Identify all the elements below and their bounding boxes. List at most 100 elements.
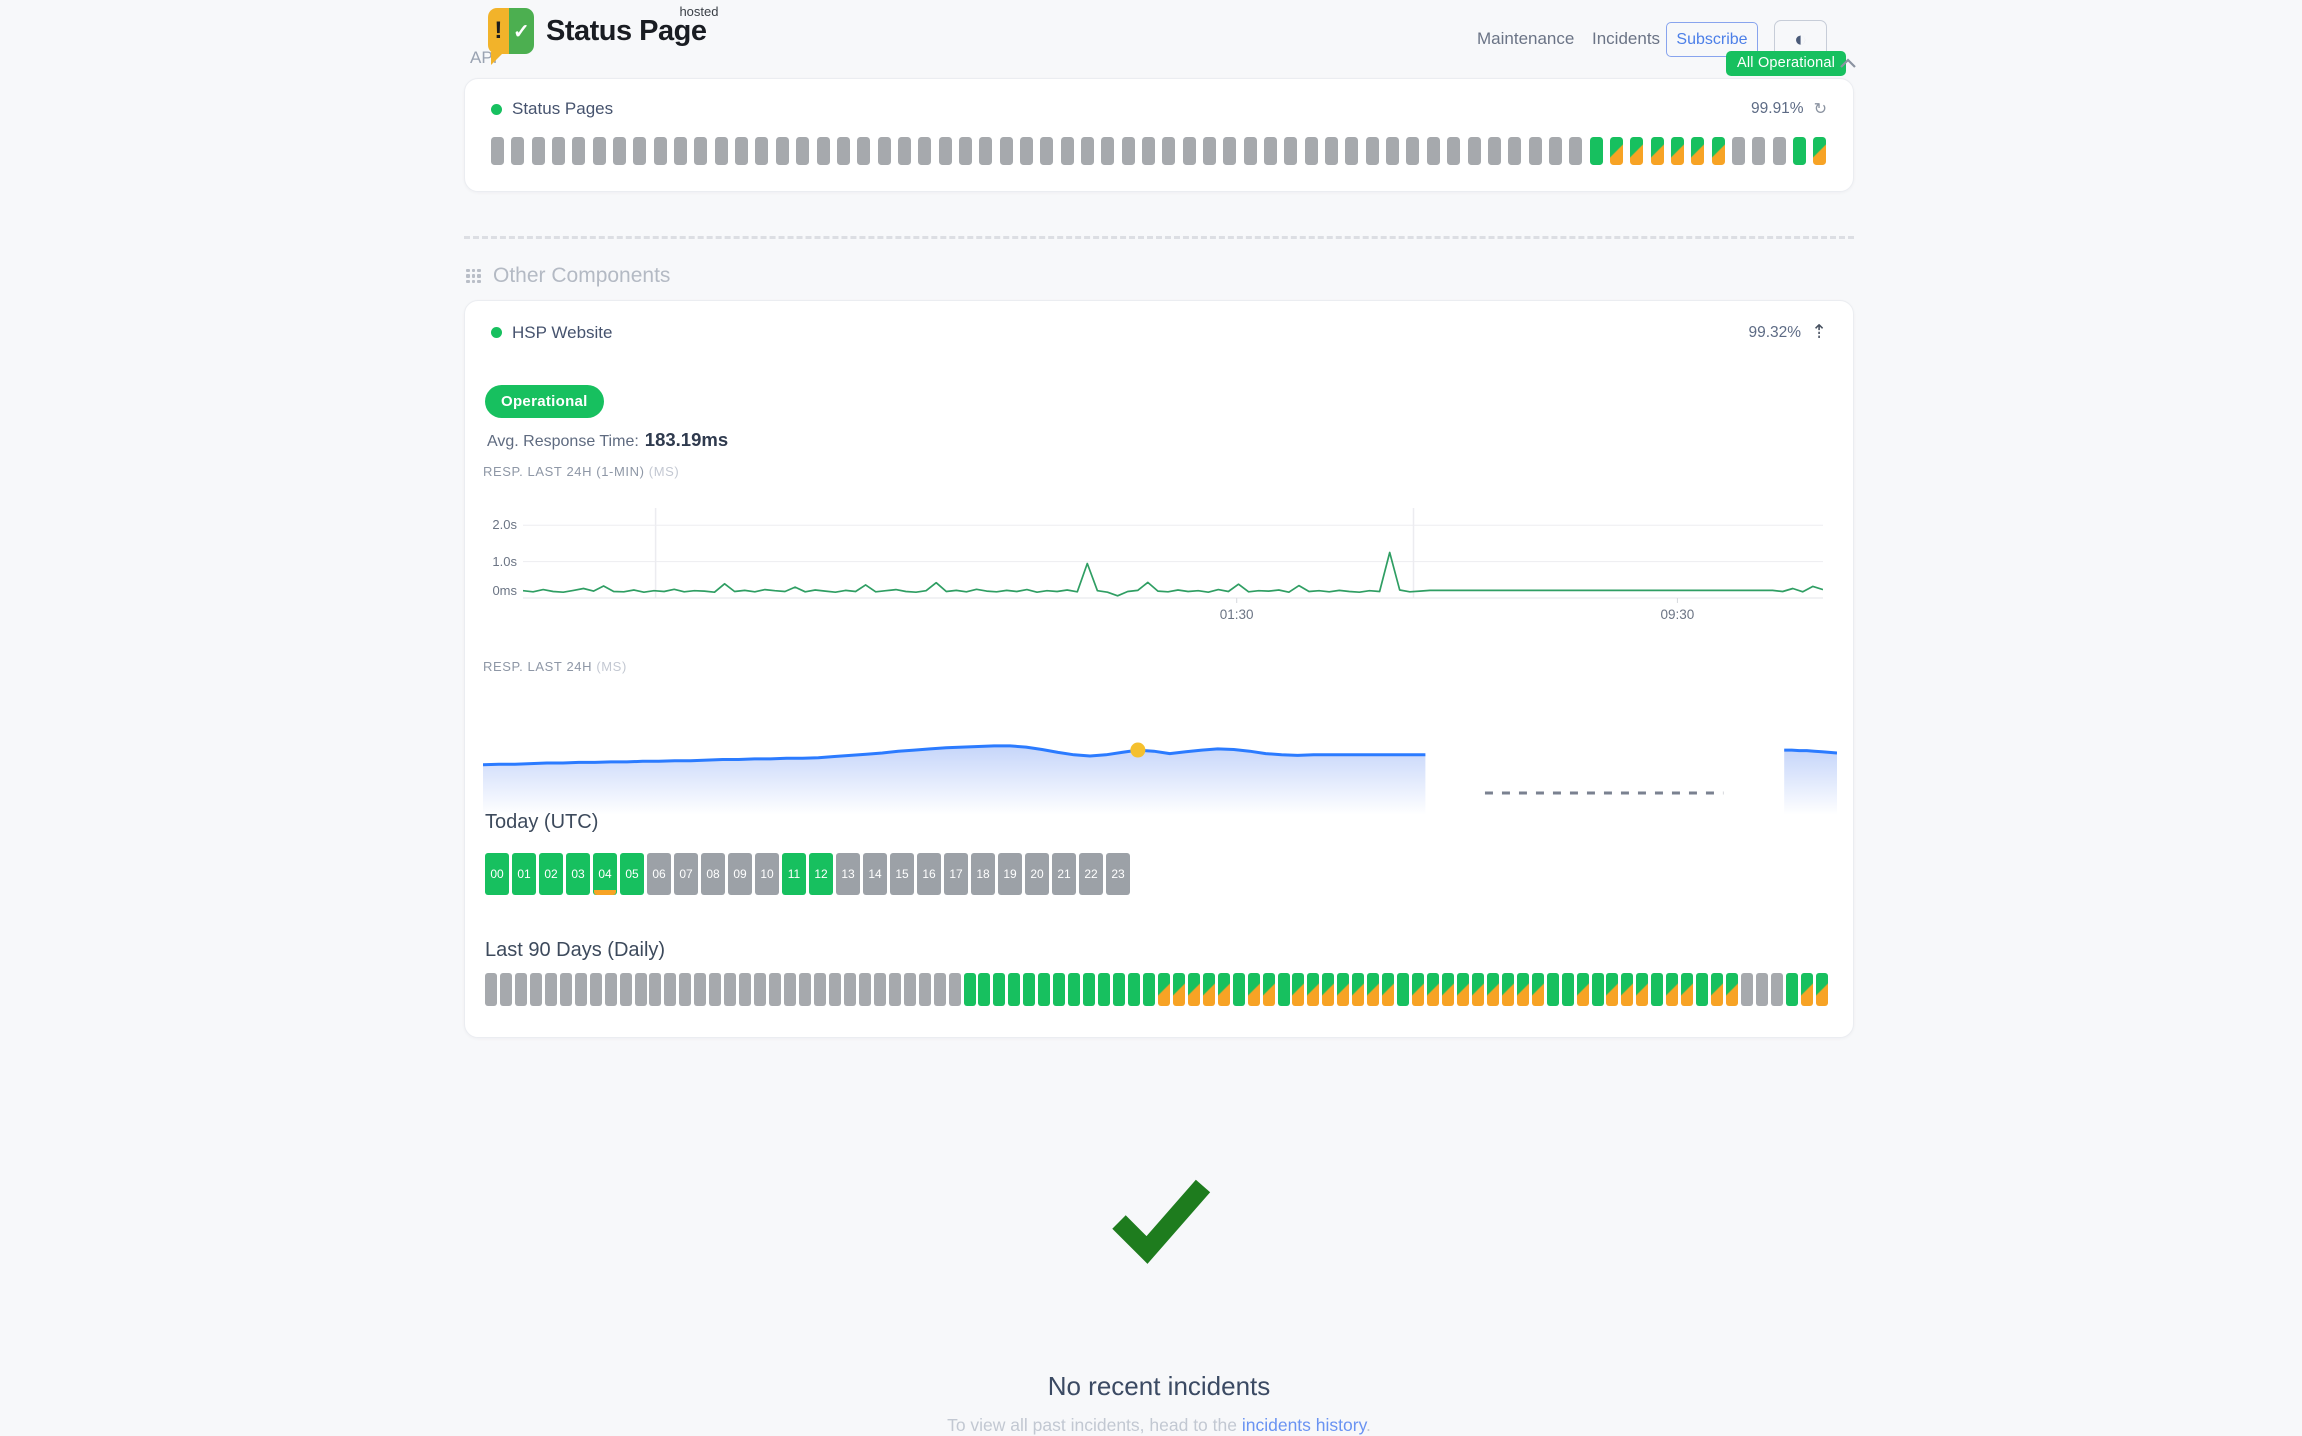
day-bar bbox=[1382, 973, 1394, 1006]
day-bar bbox=[635, 973, 647, 1006]
chevron-up-icon[interactable] bbox=[1838, 56, 1858, 70]
day-bar bbox=[1128, 973, 1140, 1006]
day-bar bbox=[485, 973, 497, 1006]
uptime-bar bbox=[776, 137, 789, 165]
day-bar bbox=[1038, 973, 1050, 1006]
day-bar bbox=[874, 973, 886, 1006]
day-bar bbox=[649, 973, 661, 1006]
section-divider bbox=[464, 236, 1854, 239]
big-check-icon bbox=[1103, 1170, 1215, 1266]
overall-status-badge[interactable]: All Operational bbox=[1726, 51, 1846, 76]
day-bar bbox=[889, 973, 901, 1006]
day-bar bbox=[575, 973, 587, 1006]
section-header-other-components: Other Components bbox=[466, 264, 670, 288]
uptime-bar bbox=[1061, 137, 1074, 165]
trend-up-arrow-icon[interactable]: ⇡ bbox=[1811, 321, 1827, 344]
y-axis-tick: 1.0s bbox=[477, 554, 517, 569]
day-bar bbox=[1218, 973, 1230, 1006]
status-dot bbox=[491, 327, 502, 338]
uptime-bar bbox=[939, 137, 952, 165]
refresh-icon[interactable]: ↻ bbox=[1814, 99, 1827, 119]
component-row-hsp-website[interactable]: HSP Website 99.32% ⇡ bbox=[491, 321, 1827, 344]
uptime-bar bbox=[1691, 137, 1704, 165]
uptime-bar bbox=[633, 137, 646, 165]
hour-box-17: 17 bbox=[944, 853, 968, 895]
uptime-bar bbox=[1122, 137, 1135, 165]
day-bar bbox=[1427, 973, 1439, 1006]
component-name: HSP Website bbox=[512, 323, 612, 343]
day-bar bbox=[1816, 973, 1828, 1006]
uptime-bar bbox=[1142, 137, 1155, 165]
day-bar bbox=[709, 973, 721, 1006]
day-bar bbox=[530, 973, 542, 1006]
app-logo[interactable]: ! ✓ Status Pagehosted bbox=[488, 8, 707, 54]
uptime-bar bbox=[1325, 137, 1338, 165]
uptime-bar bbox=[715, 137, 728, 165]
nav-incidents[interactable]: Incidents bbox=[1592, 29, 1660, 49]
hsp-website-card: HSP Website 99.32% ⇡ Operational Avg. Re… bbox=[464, 300, 1854, 1038]
day-bar bbox=[545, 973, 557, 1006]
grid-icon bbox=[466, 269, 481, 284]
uptime-bar bbox=[1162, 137, 1175, 165]
uptime-bar bbox=[1000, 137, 1013, 165]
day-bar bbox=[1352, 973, 1364, 1006]
uptime-bar bbox=[1793, 137, 1806, 165]
day-bar bbox=[829, 973, 841, 1006]
no-incidents-section: No recent incidents To view all past inc… bbox=[464, 1170, 1854, 1436]
uptime-bar bbox=[613, 137, 626, 165]
hour-box-10: 10 bbox=[755, 853, 779, 895]
hour-box-20: 20 bbox=[1025, 853, 1049, 895]
day-bar bbox=[1008, 973, 1020, 1006]
day-bar bbox=[1636, 973, 1648, 1006]
half-moon-icon: ◐ bbox=[1794, 28, 1807, 51]
y-axis-tick: 0ms bbox=[477, 583, 517, 598]
uptime-bar bbox=[1651, 137, 1664, 165]
uptime-bar bbox=[1773, 137, 1786, 165]
day-bar bbox=[1337, 973, 1349, 1006]
day-bar bbox=[949, 973, 961, 1006]
day-bar bbox=[500, 973, 512, 1006]
day-bar bbox=[1502, 973, 1514, 1006]
last90-heading: Last 90 Days (Daily) bbox=[485, 939, 665, 962]
incidents-history-link[interactable]: incidents history bbox=[1242, 1415, 1366, 1435]
y-axis-tick: 2.0s bbox=[477, 517, 517, 532]
day-bar bbox=[784, 973, 796, 1006]
uptime-bar bbox=[1610, 137, 1623, 165]
api-component-card: Status Pages 99.91% ↻ bbox=[464, 78, 1854, 192]
uptime-bar bbox=[1427, 137, 1440, 165]
uptime-bar bbox=[593, 137, 606, 165]
today-heading: Today (UTC) bbox=[485, 811, 598, 834]
day-bar bbox=[844, 973, 856, 1006]
no-incidents-subtext: To view all past incidents, head to the … bbox=[464, 1415, 1854, 1436]
day-bar bbox=[1053, 973, 1065, 1006]
response-time-area-chart bbox=[483, 693, 1837, 815]
uptime-percent: 99.91% bbox=[1751, 100, 1804, 118]
nav-maintenance[interactable]: Maintenance bbox=[1477, 29, 1574, 49]
day-bar bbox=[1412, 973, 1424, 1006]
day-bar bbox=[814, 973, 826, 1006]
uptime-bar bbox=[532, 137, 545, 165]
uptime-bar bbox=[878, 137, 891, 165]
uptime-bar bbox=[1020, 137, 1033, 165]
day-bar bbox=[1023, 973, 1035, 1006]
day-bar bbox=[1771, 973, 1783, 1006]
component-row-status-pages[interactable]: Status Pages 99.91% ↻ bbox=[491, 99, 1827, 119]
day-bar bbox=[1696, 973, 1708, 1006]
uptime-bar bbox=[1366, 137, 1379, 165]
day-bar bbox=[1322, 973, 1334, 1006]
hour-box-13: 13 bbox=[836, 853, 860, 895]
uptime-bar bbox=[1183, 137, 1196, 165]
app-title: Status Pagehosted bbox=[546, 15, 707, 48]
day-bar bbox=[1098, 973, 1110, 1006]
day-bar bbox=[590, 973, 602, 1006]
day-bar bbox=[799, 973, 811, 1006]
hour-box-07: 07 bbox=[674, 853, 698, 895]
day-bar bbox=[1487, 973, 1499, 1006]
uptime-bar bbox=[837, 137, 850, 165]
hour-box-22: 22 bbox=[1079, 853, 1103, 895]
uptime-bar bbox=[1488, 137, 1501, 165]
day-bar bbox=[1367, 973, 1379, 1006]
uptime-bar bbox=[979, 137, 992, 165]
uptime-bar bbox=[1284, 137, 1297, 165]
day-bar bbox=[605, 973, 617, 1006]
